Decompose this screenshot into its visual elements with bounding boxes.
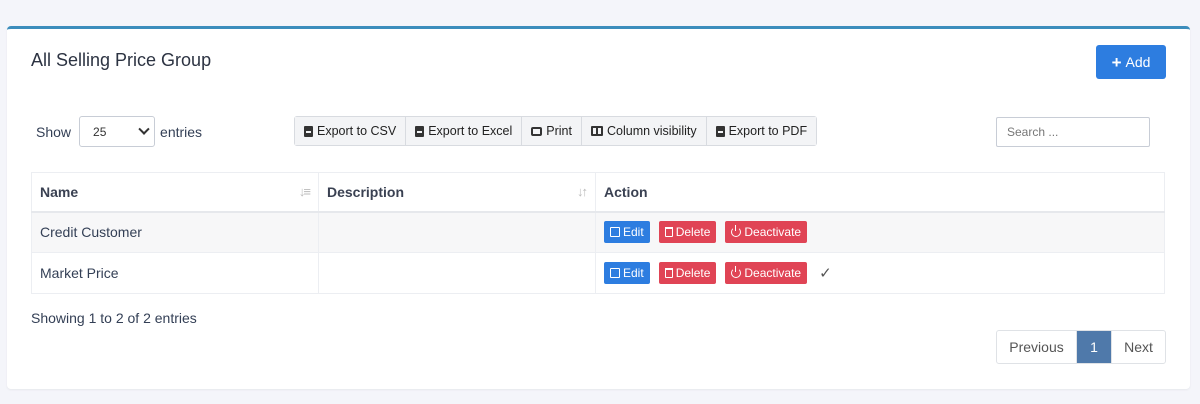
search-input[interactable] [996, 117, 1150, 147]
export-excel-button[interactable]: Export to Excel [406, 117, 523, 145]
plus-icon: + [1111, 52, 1122, 72]
selling-price-group-card: All Selling Price Group + Add Show 25 en… [7, 26, 1190, 389]
deactivate-label: Deactivate [744, 266, 802, 280]
cell-name: Credit Customer [31, 211, 319, 253]
page-title: All Selling Price Group [31, 50, 212, 70]
edit-label: Edit [623, 225, 644, 240]
cell-action: Edit Delete Deactivate [595, 211, 1165, 253]
column-header-description[interactable]: Description ↓↑ [318, 172, 596, 213]
sort-both-icon: ↓↑ [577, 184, 588, 199]
cell-description [318, 252, 596, 294]
table-info: Showing 1 to 2 of 2 entries [31, 310, 197, 326]
columns-icon [590, 126, 603, 136]
table-row: Market Price Edit Delete Deactivate ✓ [31, 252, 1165, 294]
trash-icon [664, 268, 673, 278]
add-button[interactable]: + Add [1096, 45, 1166, 79]
delete-button[interactable]: Delete [658, 221, 717, 244]
export-pdf-label: Export to PDF [728, 124, 808, 138]
table-header-row: Name ↓≡ Description ↓↑ Action [31, 172, 1165, 213]
pagination-page-1[interactable]: 1 [1077, 331, 1111, 363]
deactivate-button[interactable]: Deactivate [725, 221, 808, 244]
edit-button[interactable]: Edit [604, 262, 650, 284]
pagination-next[interactable]: Next [1111, 331, 1165, 363]
column-header-name[interactable]: Name ↓≡ [31, 172, 319, 213]
delete-label: Delete [675, 266, 711, 280]
delete-label: Delete [675, 225, 711, 240]
pagination: Previous 1 Next [996, 330, 1166, 364]
cell-name: Market Price [31, 252, 319, 294]
show-label: Show [36, 123, 72, 140]
print-label: Print [546, 124, 572, 138]
column-header-description-label: Description [327, 183, 405, 200]
export-pdf-button[interactable]: Export to PDF [706, 117, 817, 145]
trash-icon [664, 227, 673, 238]
print-icon [531, 126, 543, 136]
export-csv-label: Export to CSV [317, 124, 397, 138]
chevron-down-icon [138, 123, 150, 135]
edit-icon [610, 227, 620, 238]
pagination-previous[interactable]: Previous [997, 331, 1077, 363]
edit-label: Edit [623, 266, 644, 280]
edit-icon [610, 268, 620, 278]
export-csv-button[interactable]: Export to CSV [295, 117, 407, 145]
check-icon: ✓ [819, 265, 832, 282]
deactivate-label: Deactivate [744, 225, 802, 240]
entries-select-value: 25 [93, 124, 107, 139]
column-visibility-label: Column visibility [606, 124, 697, 138]
deactivate-button[interactable]: Deactivate [725, 262, 808, 284]
delete-button[interactable]: Delete [658, 262, 717, 284]
power-icon [731, 225, 742, 238]
print-button[interactable]: Print [522, 117, 582, 145]
power-icon [731, 266, 742, 278]
table-row: Credit Customer Edit Delete Deactivate [31, 211, 1165, 253]
sort-ascending-icon: ↓≡ [298, 184, 311, 199]
length-control: Show 25 entries [36, 116, 202, 147]
edit-button[interactable]: Edit [604, 221, 650, 244]
cell-action: Edit Delete Deactivate ✓ [595, 252, 1165, 294]
cell-description [318, 211, 596, 253]
file-excel-icon [415, 125, 425, 137]
column-header-action-label: Action [604, 183, 648, 200]
export-excel-label: Export to Excel [428, 124, 513, 138]
file-csv-icon [304, 125, 313, 137]
column-visibility-button[interactable]: Column visibility [581, 117, 707, 145]
entries-label: entries [160, 123, 203, 140]
selling-price-group-table: Name ↓≡ Description ↓↑ Action Credit Cus… [31, 172, 1165, 294]
file-pdf-icon [715, 125, 725, 137]
export-button-group: Export to CSV Export to Excel Print Colu… [294, 116, 818, 146]
add-button-label: Add [1125, 54, 1151, 70]
entries-select[interactable]: 25 [79, 116, 156, 147]
column-header-action: Action [595, 172, 1165, 213]
column-header-name-label: Name [40, 183, 79, 200]
